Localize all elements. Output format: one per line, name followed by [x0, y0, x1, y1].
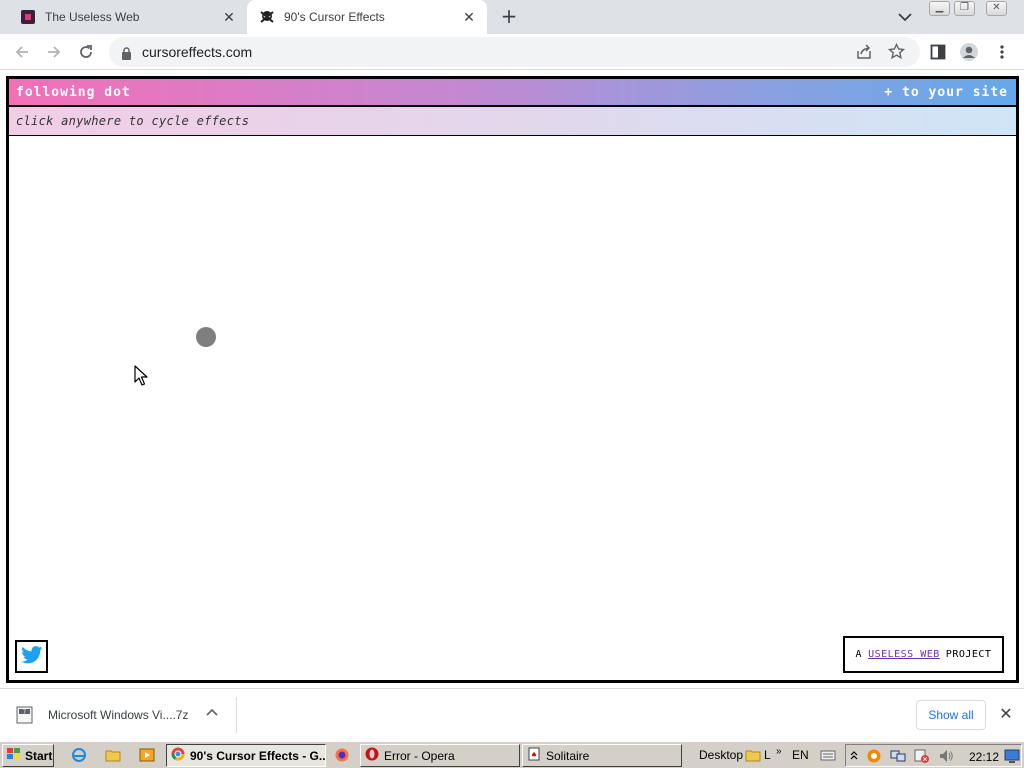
taskbar-window-opera[interactable]: Error - Opera — [360, 744, 520, 767]
hint-bar: click anywhere to cycle effects — [9, 107, 1016, 136]
svg-text:7: 7 — [23, 710, 26, 716]
windows-taskbar: Start 90's Cursor Effects - G... Error -… — [0, 741, 1024, 768]
reload-icon[interactable] — [76, 42, 96, 62]
opera-icon — [365, 747, 379, 764]
effect-name: following dot — [16, 85, 131, 100]
clock[interactable]: 22:12 — [969, 750, 999, 764]
badge-suffix: PROJECT — [945, 649, 992, 660]
back-icon[interactable] — [12, 42, 32, 62]
show-all-button[interactable]: Show all — [916, 700, 986, 730]
language-indicator[interactable]: EN — [792, 748, 809, 762]
toolbar-truncated-label: L — [764, 748, 771, 762]
tab-title: The Useless Web — [45, 10, 140, 24]
download-bar: 7 Microsoft Windows Vi....7z Show all ✕ — [0, 688, 1024, 741]
windows-logo-icon — [6, 747, 22, 764]
system-tray: 22:12 — [845, 744, 1022, 767]
chevron-double-right-icon[interactable]: » — [776, 746, 782, 757]
tab-search-chevron-icon[interactable] — [895, 8, 915, 26]
taskbar-window-title: Solitaire — [546, 748, 590, 763]
svg-text:♠: ♠ — [531, 751, 537, 759]
taskbar-window-solitaire[interactable]: ♠ Solitaire — [522, 744, 682, 767]
internet-explorer-icon[interactable] — [71, 747, 87, 763]
folder-icon[interactable] — [105, 747, 121, 763]
address-bar[interactable]: cursoreffects.com — [109, 37, 920, 67]
skull-favicon-icon — [259, 9, 275, 25]
tab-cursor-effects[interactable]: 90's Cursor Effects ✕ — [247, 0, 487, 34]
useless-web-badge: A USELESS WEB PROJECT — [843, 636, 1004, 673]
close-download-bar-icon[interactable]: ✕ — [998, 704, 1014, 724]
useless-web-link[interactable]: USELESS WEB — [868, 649, 940, 660]
close-window-button[interactable]: ✕ — [986, 1, 1007, 16]
download-item[interactable]: 7 Microsoft Windows Vi....7z — [16, 703, 236, 727]
folder-icon[interactable] — [745, 747, 761, 763]
minimize-button[interactable]: ▁ — [929, 1, 950, 16]
solitaire-icon: ♠ — [527, 747, 541, 764]
cursor-effects-page[interactable]: following dot + to your site click anywh… — [6, 76, 1019, 683]
share-icon[interactable] — [856, 44, 872, 64]
mouse-cursor-icon — [134, 365, 148, 387]
firefox-icon[interactable] — [334, 747, 350, 763]
effect-header-bar: following dot + to your site — [9, 79, 1016, 107]
download-file-name: Microsoft Windows Vi....7z — [48, 708, 189, 722]
tab-title: 90's Cursor Effects — [284, 10, 385, 24]
add-to-site-link[interactable]: + to your site — [884, 85, 1008, 100]
sidepanel-icon[interactable] — [928, 42, 948, 62]
new-tab-button[interactable]: + — [497, 6, 521, 28]
browser-toolbar: cursoreffects.com — [0, 34, 1024, 70]
menu-icon[interactable] — [992, 42, 1012, 62]
forward-icon[interactable] — [44, 42, 64, 62]
archive-file-icon: 7 — [16, 706, 34, 724]
security-alert-icon[interactable] — [914, 748, 930, 767]
monitor-icon[interactable] — [1004, 748, 1020, 767]
lock-icon[interactable] — [121, 45, 132, 64]
desktop-toolbar-label[interactable]: Desktop — [699, 748, 743, 762]
taskbar-window-chrome[interactable]: 90's Cursor Effects - G... — [166, 744, 326, 767]
taskbar-window-title: Error - Opera — [384, 748, 455, 763]
avast-icon[interactable] — [866, 748, 882, 767]
restore-button[interactable]: ❐ — [954, 1, 975, 16]
tab-close-icon[interactable]: ✕ — [461, 9, 477, 25]
following-dot — [196, 327, 216, 347]
start-label: Start — [25, 748, 53, 763]
star-icon[interactable] — [887, 42, 906, 64]
chrome-icon — [171, 747, 185, 764]
start-button[interactable]: Start — [2, 744, 54, 767]
twitter-icon — [20, 645, 43, 668]
tab-close-icon[interactable]: ✕ — [221, 9, 237, 25]
tab-useless-web[interactable]: The Useless Web ✕ — [0, 0, 247, 34]
url-text: cursoreffects.com — [142, 44, 253, 60]
network-icon[interactable] — [890, 748, 906, 767]
volume-icon[interactable] — [938, 748, 954, 767]
badge-prefix: A — [855, 649, 863, 660]
tab-strip: The Useless Web ✕ 90's Cursor Effects ✕ … — [0, 0, 1024, 34]
twitter-button[interactable] — [15, 640, 48, 673]
cycle-hint: click anywhere to cycle effects — [16, 114, 250, 128]
tray-expand-icon[interactable] — [850, 747, 858, 766]
taskbar-window-title: 90's Cursor Effects - G... — [190, 748, 326, 763]
media-player-icon[interactable] — [139, 747, 155, 763]
download-divider — [236, 697, 237, 733]
useless-web-favicon-icon — [20, 9, 36, 25]
profile-icon[interactable] — [959, 42, 979, 62]
keyboard-icon[interactable] — [820, 747, 836, 763]
download-options-chevron-icon[interactable] — [206, 706, 218, 720]
